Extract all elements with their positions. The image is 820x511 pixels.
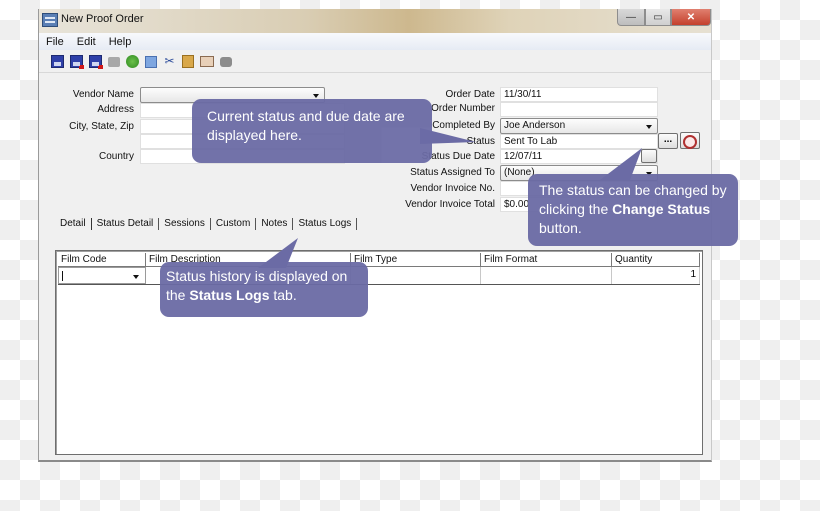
film-grid: Film Code Film Description Film Type Fil… (55, 250, 703, 455)
vendor-invoice-no-label: Vendor Invoice No. (410, 183, 496, 194)
column-header-quantity[interactable]: Quantity (612, 253, 700, 267)
window-title: New Proof Order (61, 13, 144, 25)
text-cursor (62, 271, 63, 281)
column-header-film-type[interactable]: Film Type (351, 253, 481, 267)
order-date-field[interactable]: 11/30/11 (500, 87, 658, 102)
contact-card-icon[interactable] (200, 56, 214, 67)
app-icon (42, 13, 58, 27)
chevron-down-icon (646, 125, 652, 129)
city-state-zip-label: City, State, Zip (69, 121, 134, 132)
film-code-cell[interactable] (58, 267, 146, 284)
save-and-delete-icon[interactable] (89, 55, 103, 69)
close-button[interactable]: ✕ (671, 9, 711, 26)
chevron-down-icon (313, 94, 319, 98)
menu-bar: File Edit Help (39, 33, 711, 50)
film-type-cell[interactable] (351, 267, 481, 284)
refresh-icon[interactable] (126, 55, 139, 68)
change-status-button[interactable]: ... (658, 133, 678, 149)
completed-by-select[interactable]: Joe Anderson (500, 118, 658, 134)
menu-help[interactable]: Help (102, 33, 138, 50)
camera-icon[interactable] (220, 56, 232, 67)
maximize-button[interactable]: ▭ (645, 9, 671, 26)
quantity-cell[interactable]: 1 (612, 267, 700, 284)
callout-current-status: Current status and due date are displaye… (192, 99, 432, 163)
address-label: Address (97, 104, 134, 115)
grid-header: Film Code Film Description Film Type Fil… (58, 253, 700, 267)
minimize-button[interactable]: — (617, 9, 645, 26)
column-header-film-code[interactable]: Film Code (58, 253, 146, 267)
tab-notes[interactable]: Notes (256, 218, 294, 230)
cut-icon[interactable]: ✂ (163, 55, 176, 68)
title-bar[interactable]: New Proof Order — ▭ ✕ (39, 9, 711, 33)
country-label: Country (98, 151, 134, 162)
vendor-name-label: Vendor Name (72, 89, 134, 100)
order-number-field[interactable] (500, 102, 658, 117)
callout-change-status: The status can be changed by clicking th… (528, 174, 738, 246)
save-and-new-icon[interactable] (70, 55, 84, 69)
tab-custom[interactable]: Custom (211, 218, 257, 230)
print-icon[interactable] (108, 56, 120, 67)
copy-icon[interactable] (145, 55, 157, 68)
chevron-down-icon (133, 275, 139, 279)
film-format-cell[interactable] (481, 267, 612, 284)
tab-sessions[interactable]: Sessions (159, 218, 211, 230)
status-field: Sent To Lab (500, 134, 658, 149)
tab-status-logs[interactable]: Status Logs (293, 218, 358, 230)
tab-detail[interactable]: Detail (55, 218, 92, 230)
menu-file[interactable]: File (39, 33, 70, 50)
toolbar: ✂ (39, 51, 711, 73)
alarm-clock-icon (683, 135, 697, 149)
status-reminder-button[interactable] (680, 132, 700, 149)
column-header-film-format[interactable]: Film Format (481, 253, 612, 267)
detail-tabs: Detail Status Detail Sessions Custom Not… (55, 218, 358, 230)
save-icon[interactable] (51, 55, 64, 68)
paste-icon[interactable] (182, 55, 194, 68)
tab-status-detail[interactable]: Status Detail (92, 218, 160, 230)
status-assigned-to-label: Status Assigned To (410, 167, 495, 178)
table-row[interactable]: 1 (58, 267, 700, 285)
callout-status-history: Status history is displayed on the Statu… (160, 262, 368, 317)
vendor-invoice-total-label: Vendor Invoice Total (405, 199, 495, 210)
menu-edit[interactable]: Edit (70, 33, 102, 50)
